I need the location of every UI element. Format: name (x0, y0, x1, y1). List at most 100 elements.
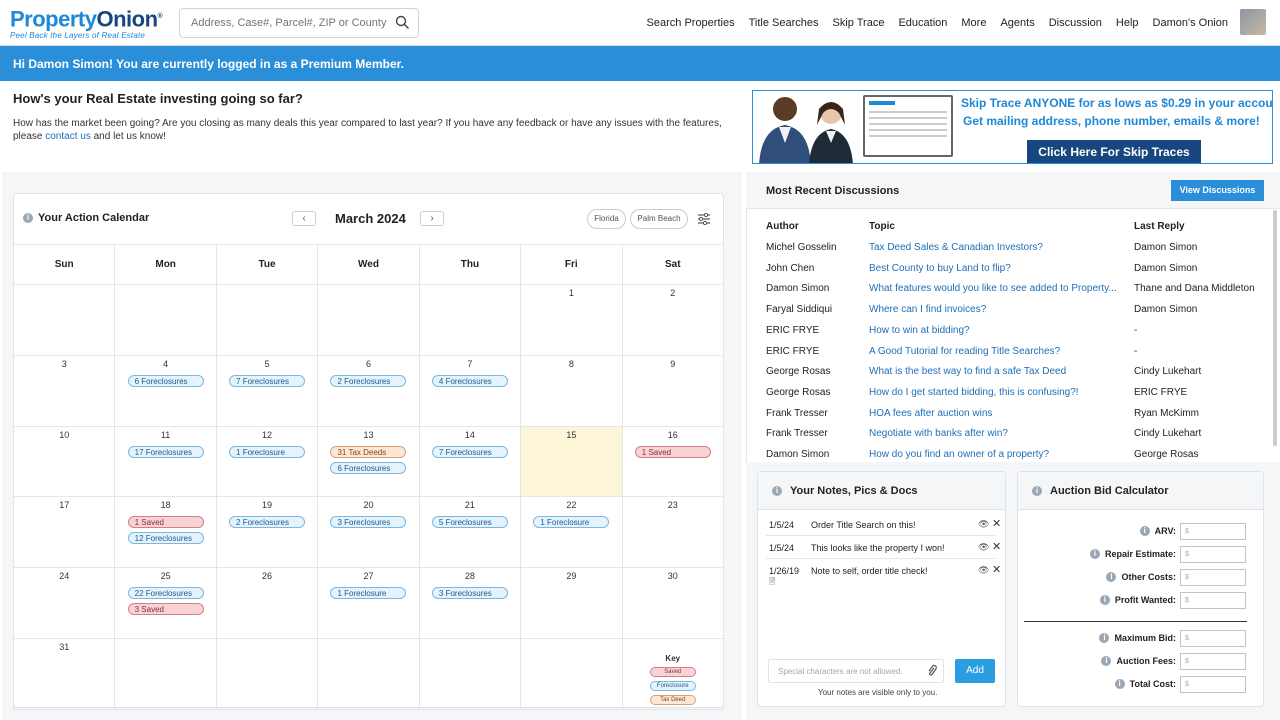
foreclosure-tag[interactable]: 6 Foreclosures (330, 461, 407, 474)
calendar-day-cell[interactable]: 29 (520, 567, 623, 639)
calendar-day-cell[interactable] (215, 637, 319, 710)
foreclosure-tag[interactable]: 1 Foreclosure (533, 516, 610, 529)
calendar-day-cell[interactable]: 28 3 Foreclosures (418, 567, 522, 639)
view-note-icon[interactable]: 👁 (978, 542, 989, 553)
calendar-day-cell[interactable]: 13 31 Tax Deeds 6 Foreclosures (317, 425, 420, 498)
nav-help[interactable]: Help (1116, 17, 1139, 29)
discussion-topic-link[interactable]: How do you find an owner of a property? (869, 449, 1125, 460)
calendar-day-cell[interactable]: Key Saved Foreclosure Tax Deed (621, 637, 725, 710)
calendar-day-cell[interactable]: 12 1 Foreclosure (215, 425, 319, 498)
calendar-day-cell[interactable] (418, 284, 522, 356)
nav-education[interactable]: Education (898, 17, 947, 29)
calendar-day-cell[interactable]: 19 2 Foreclosures (215, 496, 319, 569)
info-icon[interactable]: i (1114, 679, 1125, 689)
foreclosure-tag[interactable]: 12 Foreclosures (127, 532, 204, 545)
info-icon[interactable]: i (1101, 656, 1112, 666)
calendar-day-cell[interactable]: 30 (621, 567, 725, 639)
calendar-day-cell[interactable] (520, 637, 623, 710)
discussion-topic-link[interactable]: How to win at bidding? (869, 325, 1125, 336)
calculator-input[interactable]: $ (1180, 523, 1246, 540)
foreclosure-tag[interactable]: 4 Foreclosures (431, 374, 508, 387)
note-item[interactable]: 1/5/24 Order Title Search on this! 👁 ✕ (766, 514, 1001, 536)
foreclosure-tag[interactable]: 1 Foreclosure (330, 587, 407, 600)
info-icon[interactable]: i (1089, 549, 1100, 559)
calculator-input[interactable]: $ (1180, 592, 1246, 609)
view-note-icon[interactable]: 👁 (978, 519, 989, 530)
calendar-day-cell[interactable]: 27 1 Foreclosure (317, 567, 420, 639)
saved-tag[interactable]: 3 Saved (127, 603, 204, 616)
view-note-icon[interactable]: 👁 (978, 565, 989, 576)
calendar-day-cell[interactable]: 10 (12, 425, 116, 498)
discussion-topic-link[interactable]: Negotiate with banks after win? (869, 428, 1125, 439)
calendar-day-cell[interactable]: 8 (520, 354, 623, 427)
calendar-day-cell[interactable]: 22 1 Foreclosure (520, 496, 623, 569)
calendar-day-cell[interactable]: 7 4 Foreclosures (418, 354, 522, 427)
view-discussions-button[interactable]: View Discussions (1171, 180, 1264, 201)
saved-tag[interactable]: 1 Saved (634, 445, 711, 458)
paperclip-icon[interactable] (926, 664, 938, 683)
foreclosure-tag[interactable]: 5 Foreclosures (431, 516, 508, 529)
note-item[interactable]: 1/5/24 This looks like the property I won… (766, 537, 1001, 559)
calendar-day-cell[interactable]: 23 (621, 496, 725, 569)
next-month-button[interactable]: › (420, 211, 444, 226)
user-avatar[interactable] (1240, 9, 1266, 35)
calendar-day-cell[interactable]: 20 3 Foreclosures (317, 496, 420, 569)
delete-note-icon[interactable]: ✕ (992, 540, 1001, 553)
filter-settings-icon[interactable] (697, 212, 711, 230)
nav-agents[interactable]: Agents (1000, 17, 1034, 29)
info-icon[interactable]: i (1099, 595, 1110, 605)
info-icon[interactable]: i (1032, 485, 1042, 496)
skip-trace-button[interactable]: Click Here For Skip Traces (1027, 140, 1201, 163)
calendar-day-cell[interactable]: 3 (12, 354, 116, 427)
calendar-day-cell[interactable]: 4 6 Foreclosures (114, 354, 217, 427)
skip-trace-ad[interactable]: Skip Trace ANYONE for as lows as $0.29 i… (752, 90, 1273, 164)
nav-account-menu[interactable]: Damon's Onion (1153, 17, 1228, 29)
foreclosure-tag[interactable]: 2 Foreclosures (330, 374, 407, 387)
calendar-day-cell[interactable]: 25 22 Foreclosures 3 Saved (114, 567, 217, 639)
calendar-day-cell[interactable] (418, 637, 522, 710)
discussion-topic-link[interactable]: A Good Tutorial for reading Title Search… (869, 346, 1125, 357)
foreclosure-tag[interactable]: 22 Foreclosures (127, 587, 204, 600)
calendar-day-cell[interactable]: 31 (12, 637, 116, 710)
calendar-day-cell[interactable]: 5 7 Foreclosures (215, 354, 319, 427)
delete-note-icon[interactable]: ✕ (992, 563, 1001, 576)
calendar-day-cell[interactable]: 9 (621, 354, 725, 427)
calendar-day-cell[interactable]: 6 2 Foreclosures (317, 354, 420, 427)
calculator-input[interactable]: $ (1180, 569, 1246, 586)
property-onion-logo[interactable]: PropertyOnion® Peel Back the Layers of R… (10, 5, 163, 41)
foreclosure-tag[interactable]: 7 Foreclosures (229, 374, 306, 387)
info-icon[interactable]: i (772, 485, 782, 496)
state-filter[interactable]: Florida (587, 209, 626, 229)
discussion-topic-link[interactable]: How do I get started bidding, this is co… (869, 387, 1125, 398)
nav-more[interactable]: More (961, 17, 986, 29)
note-item[interactable]: 1/26/19 Note to self, order title check! 👁… (766, 560, 1001, 586)
calculator-input[interactable]: $ (1180, 546, 1246, 563)
nav-skip-trace[interactable]: Skip Trace (832, 17, 884, 29)
calendar-day-cell[interactable]: 18 1 Saved 12 Foreclosures (114, 496, 217, 569)
calendar-day-cell[interactable]: 17 (12, 496, 116, 569)
foreclosure-tag[interactable]: 6 Foreclosures (127, 374, 204, 387)
county-filter[interactable]: Palm Beach (630, 209, 688, 229)
discussion-topic-link[interactable]: Best County to buy Land to flip? (869, 263, 1125, 274)
discussion-topic-link[interactable]: Where can I find invoices? (869, 304, 1125, 315)
calendar-day-cell[interactable]: 14 7 Foreclosures (418, 425, 522, 498)
taxdeed-tag[interactable]: 31 Tax Deeds (330, 445, 407, 458)
delete-note-icon[interactable]: ✕ (992, 517, 1001, 530)
nav-discussion[interactable]: Discussion (1049, 17, 1102, 29)
saved-tag[interactable]: 1 Saved (127, 516, 204, 529)
discussion-topic-link[interactable]: What is the best way to find a safe Tax … (869, 366, 1125, 377)
calendar-day-cell[interactable]: 2 (621, 284, 725, 356)
search-icon[interactable] (395, 15, 410, 35)
calendar-day-cell[interactable]: 15 (520, 425, 623, 498)
contact-us-link[interactable]: contact us (45, 131, 91, 142)
foreclosure-tag[interactable]: 3 Foreclosures (431, 587, 508, 600)
foreclosure-tag[interactable]: 3 Foreclosures (330, 516, 407, 529)
calendar-day-cell[interactable]: 11 17 Foreclosures (114, 425, 217, 498)
info-icon[interactable]: i (1139, 526, 1150, 536)
calendar-day-cell[interactable] (317, 284, 420, 356)
nav-search-properties[interactable]: Search Properties (647, 17, 735, 29)
nav-title-searches[interactable]: Title Searches (749, 17, 819, 29)
calendar-day-cell[interactable]: 1 (520, 284, 623, 356)
add-note-button[interactable]: Add (955, 659, 995, 683)
foreclosure-tag[interactable]: 17 Foreclosures (127, 445, 204, 458)
